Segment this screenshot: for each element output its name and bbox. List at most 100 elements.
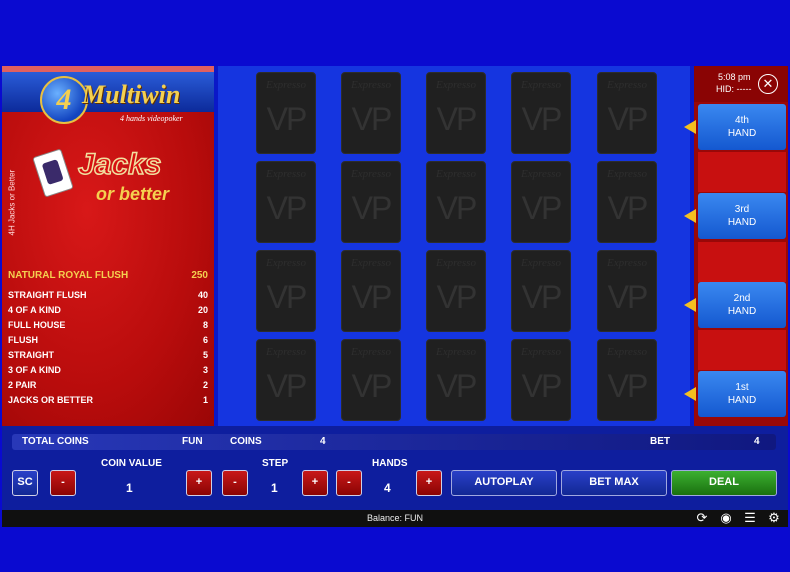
card-brand: Expresso: [607, 346, 647, 358]
game-side-label: 4H Jacks or Better: [7, 169, 17, 236]
card-mark: VP: [351, 190, 393, 226]
card-back[interactable]: Expresso VP: [511, 250, 571, 332]
bet-label: BET: [650, 436, 670, 447]
card-brand: Expresso: [351, 168, 391, 180]
coin-value-plus-button[interactable]: +: [186, 470, 212, 496]
card-back[interactable]: Expresso VP: [256, 161, 316, 243]
card-brand: Expresso: [266, 79, 306, 91]
step-label: STEP: [262, 458, 289, 469]
paytable-hand: JACKS OR BETTER: [8, 395, 94, 405]
sound-icon[interactable]: ◉: [718, 510, 734, 526]
paytable-hand: NATURAL ROYAL FLUSH: [8, 270, 129, 281]
card-mark: VP: [436, 190, 478, 226]
card-back[interactable]: Expresso VP: [341, 250, 401, 332]
card-back[interactable]: Expresso VP: [256, 250, 316, 332]
card-brand: Expresso: [521, 79, 561, 91]
paytable-hand: FULL HOUSE: [8, 320, 66, 330]
card-brand: Expresso: [266, 168, 306, 180]
paytable-pay: 250: [191, 270, 208, 281]
hand-2nd-button[interactable]: 2nd HAND: [684, 282, 786, 328]
jack-card-icon: [32, 148, 74, 198]
autoplay-button[interactable]: AUTOPLAY: [451, 470, 557, 496]
hand-4th-button[interactable]: 4th HAND: [684, 104, 786, 150]
card-mark: VP: [521, 190, 563, 226]
card-back[interactable]: Expresso VP: [426, 250, 486, 332]
card-back[interactable]: Expresso VP: [511, 339, 571, 421]
card-brand: Expresso: [351, 346, 391, 358]
paytable: NATURAL ROYAL FLUSH 250 STRAIGHT FLUSH 40 …: [8, 268, 208, 408]
paytable-pay: 2: [202, 380, 208, 390]
step-minus-button[interactable]: -: [222, 470, 248, 496]
card-back[interactable]: Expresso VP: [597, 161, 657, 243]
hand-separator: [698, 330, 786, 370]
card-back[interactable]: Expresso VP: [426, 339, 486, 421]
hands-panel: 5:08 pm HID: ----- ✕ 4th HAND 3rd HAND 2…: [684, 66, 788, 426]
card-mark: VP: [351, 101, 393, 137]
total-coins-value: FUN: [182, 436, 203, 447]
info-bar: TOTAL COINS FUN COINS 4 BET 4: [12, 434, 776, 450]
paytable-pay: 5: [202, 350, 208, 360]
card-mark: VP: [607, 279, 649, 315]
menu-icon[interactable]: ☰: [742, 510, 758, 526]
hand-label: HAND: [727, 128, 757, 139]
card-back[interactable]: Expresso VP: [256, 339, 316, 421]
card-back[interactable]: Expresso VP: [341, 161, 401, 243]
card-mark: VP: [266, 368, 308, 404]
card-back[interactable]: Expresso VP: [597, 72, 657, 154]
paytable-row: FLUSH 6: [8, 333, 208, 348]
paytable-hand: 4 OF A KIND: [8, 305, 61, 315]
paytable-row: 4 OF A KIND 20: [8, 303, 208, 318]
card-back[interactable]: Expresso VP: [597, 250, 657, 332]
paytable-pay: 8: [202, 320, 208, 330]
card-back[interactable]: Expresso VP: [511, 161, 571, 243]
hand-label: 2nd: [733, 293, 751, 304]
card-brand: Expresso: [521, 257, 561, 269]
card-mark: VP: [607, 101, 649, 137]
card-brand: Expresso: [436, 346, 476, 358]
logo-title: Multiwin: [82, 80, 181, 109]
game-window: 4 Multiwin 4 hands videopoker 4H Jacks o…: [2, 66, 788, 527]
hand-3rd-button[interactable]: 3rd HAND: [684, 193, 786, 239]
card-mark: VP: [521, 101, 563, 137]
jacks-or-better-logo: Jacks or better: [32, 147, 178, 218]
hand-label: 3rd: [734, 204, 750, 215]
refresh-icon[interactable]: ⟳: [694, 510, 710, 526]
clock-box: 5:08 pm HID: ----- ✕: [694, 66, 788, 102]
deal-button[interactable]: DEAL: [671, 470, 777, 496]
hand-1st-button[interactable]: 1st HAND: [684, 371, 786, 417]
card-brand: Expresso: [351, 79, 391, 91]
logo-number: 4: [40, 76, 88, 124]
card-back[interactable]: Expresso VP: [426, 161, 486, 243]
card-brand: Expresso: [521, 346, 561, 358]
card-back[interactable]: Expresso VP: [426, 72, 486, 154]
paytable-row: 2 PAIR 2: [8, 378, 208, 393]
hands-value: 4: [384, 481, 391, 495]
clock-time: 5:08 pm: [718, 72, 751, 82]
hands-minus-button[interactable]: -: [336, 470, 362, 496]
card-back[interactable]: Expresso VP: [341, 339, 401, 421]
settings-icon[interactable]: ⚙: [766, 510, 782, 526]
hand-label: 4th: [735, 115, 749, 126]
card-mark: VP: [436, 279, 478, 315]
paytable-pay: 40: [197, 290, 208, 300]
card-mark: VP: [266, 101, 308, 137]
coin-value-minus-button[interactable]: -: [50, 470, 76, 496]
card-back[interactable]: Expresso VP: [597, 339, 657, 421]
bet-max-button[interactable]: BET MAX: [561, 470, 667, 496]
arrow-left-icon: [684, 298, 696, 312]
sc-button[interactable]: SC: [12, 470, 38, 496]
paytable-hand: FLUSH: [8, 335, 38, 345]
card-mark: VP: [436, 368, 478, 404]
hands-plus-button[interactable]: +: [416, 470, 442, 496]
card-back[interactable]: Expresso VP: [341, 72, 401, 154]
step-plus-button[interactable]: +: [302, 470, 328, 496]
game-logo-sub: or better: [96, 184, 170, 204]
paytable-pay: 3: [202, 365, 208, 375]
paytable-panel: 4 Multiwin 4 hands videopoker 4H Jacks o…: [2, 66, 214, 426]
close-icon[interactable]: ✕: [758, 74, 778, 94]
card-back[interactable]: Expresso VP: [256, 72, 316, 154]
hand-label: HAND: [727, 217, 757, 228]
card-brand: Expresso: [436, 79, 476, 91]
card-brand: Expresso: [266, 257, 306, 269]
card-back[interactable]: Expresso VP: [511, 72, 571, 154]
